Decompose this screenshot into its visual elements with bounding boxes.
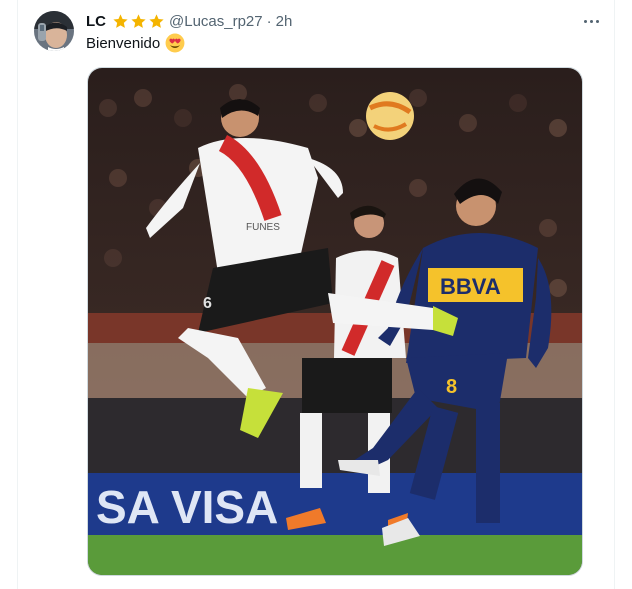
tweet[interactable]: LC @Lucas_rp27 · 2h Bienvenido SA VISA B… xyxy=(18,0,614,589)
display-name[interactable]: LC xyxy=(86,13,106,30)
tweet-media-photo[interactable]: SA VISA BBVA 8 FUNES 6 xyxy=(87,67,583,576)
tweet-timestamp[interactable]: 2h xyxy=(276,13,293,30)
avatar-image xyxy=(34,11,74,51)
football xyxy=(366,92,414,140)
heart-eyes-emoji-icon xyxy=(165,33,185,53)
tweet-header: LC @Lucas_rp27 · 2h xyxy=(86,11,292,31)
more-options-icon[interactable] xyxy=(578,10,604,32)
separator-dot: · xyxy=(266,12,272,30)
football-match-photo: SA VISA BBVA 8 FUNES 6 xyxy=(88,68,582,575)
star-icon xyxy=(113,13,128,28)
boca-number-text: 8 xyxy=(446,376,457,398)
tweet-text-content: Bienvenido xyxy=(86,34,161,52)
tweet-text: Bienvenido xyxy=(86,33,185,53)
pitch-grass xyxy=(88,535,582,575)
star-icon xyxy=(149,13,164,28)
boca-sponsor-text: BBVA xyxy=(440,274,501,299)
name-star-badges xyxy=(112,13,165,30)
river-back-text: FUNES xyxy=(246,222,280,233)
timeline-column-right-border xyxy=(614,0,615,589)
ad-board-text: SA VISA xyxy=(96,481,278,533)
star-icon xyxy=(131,13,146,28)
user-handle[interactable]: @Lucas_rp27 xyxy=(169,13,263,30)
avatar[interactable] xyxy=(34,11,74,51)
river-number-text: 6 xyxy=(203,295,212,312)
